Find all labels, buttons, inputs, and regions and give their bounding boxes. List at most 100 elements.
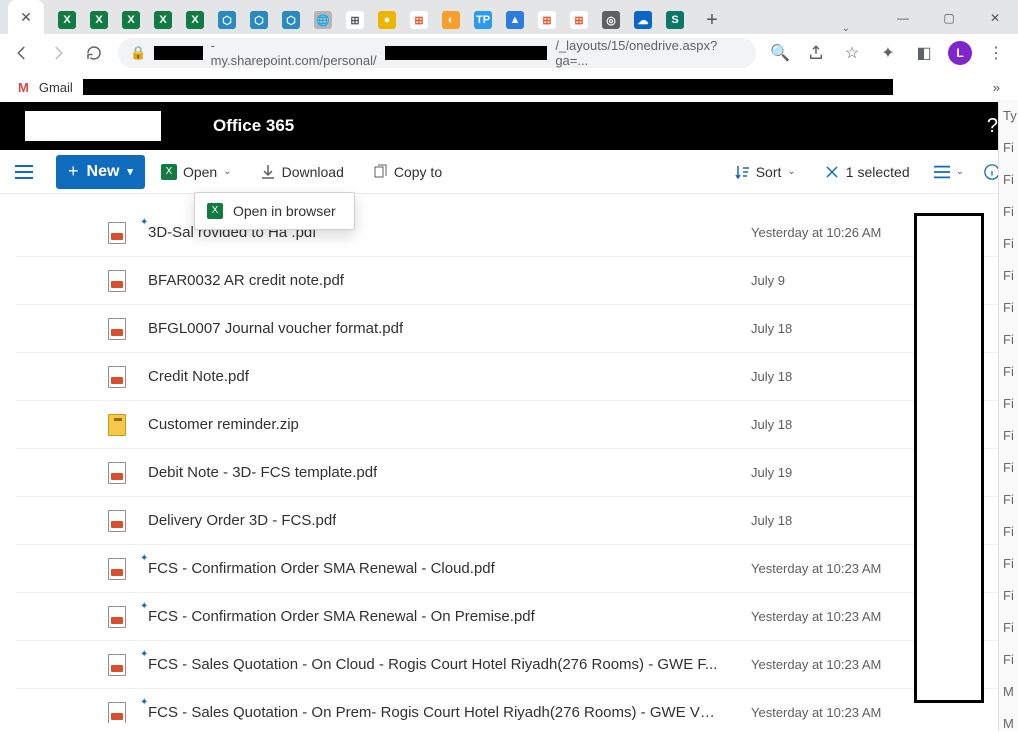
nav-back-button[interactable] (10, 41, 34, 65)
file-row[interactable]: ✦FCS - Confirmation Order SMA Renewal - … (16, 545, 1010, 593)
browser-menu-icon[interactable]: ⋮ (984, 41, 1008, 65)
file-modified: July 18 (751, 417, 792, 432)
pdf-icon (108, 462, 126, 484)
tab-favicon-row: XXXXX⬡⬡⬡🌐⊞●⊞◐TP▲⊞⊞◎☁S (44, 6, 698, 34)
file-name[interactable]: Credit Note.pdf (148, 368, 249, 385)
background-row-fragment: Fi (999, 388, 1018, 420)
background-row-fragment: Fi (999, 420, 1018, 452)
sort-icon (734, 164, 750, 180)
background-tab-favicon[interactable]: ⬡ (250, 11, 268, 29)
file-name[interactable]: FCS - Confirmation Order SMA Renewal - C… (148, 560, 495, 577)
nav-forward-button[interactable] (46, 41, 70, 65)
file-name[interactable]: Debit Note - 3D- FCS template.pdf (148, 464, 377, 481)
pdf-icon (108, 318, 126, 340)
file-row[interactable]: Debit Note - 3D- FCS template.pdf July 19 (16, 449, 1010, 497)
file-row[interactable]: ✦FCS - Confirmation Order SMA Renewal - … (16, 593, 1010, 641)
window-close-button[interactable]: ✕ (972, 2, 1018, 34)
bookmark-gmail[interactable]: Gmail (39, 80, 73, 95)
copyto-button[interactable]: Copy to (360, 155, 454, 189)
background-tab-favicon[interactable]: ⊞ (570, 11, 588, 29)
bookmarks-bar: M Gmail » (0, 72, 1018, 102)
background-tab-favicon[interactable]: 🌐 (314, 11, 332, 29)
file-row[interactable]: ✦FCS - Sales Quotation - On Prem- Rogis … (16, 689, 1010, 723)
share-icon[interactable] (804, 41, 828, 65)
chevron-down-icon: ⌄ (956, 166, 964, 177)
background-window-strip: TyFiFiFiFiFiFiFiFiFiFiFiFiFiFiFiFiFiMMCl… (998, 100, 1018, 730)
nav-hamburger-button[interactable] (0, 150, 48, 194)
download-label: Download (282, 164, 344, 180)
file-name[interactable]: Delivery Order 3D - FCS.pdf (148, 512, 336, 529)
background-tab-favicon[interactable]: ● (378, 11, 396, 29)
file-row[interactable]: Credit Note.pdfJuly 18 (16, 353, 1010, 401)
background-tab-favicon[interactable]: X (154, 11, 172, 29)
background-row-fragment: M (999, 708, 1018, 730)
background-row-fragment: Fi (999, 452, 1018, 484)
zoom-icon[interactable]: 🔍 (768, 41, 792, 65)
url-text-2: /_layouts/15/onedrive.aspx?ga=... (555, 38, 744, 68)
file-row[interactable]: ✦3D-Sal rovided to Ha .pdfYesterday at 1… (16, 209, 1010, 257)
side-panel-icon[interactable]: ◧ (912, 41, 936, 65)
file-row[interactable]: ✦FCS - Sales Quotation - On Cloud - Rogi… (16, 641, 1010, 689)
background-tab-favicon[interactable]: ▲ (506, 11, 524, 29)
profile-avatar[interactable]: L (948, 41, 972, 65)
file-name[interactable]: FCS - Sales Quotation - On Prem- Rogis C… (148, 704, 718, 721)
window-minimize-button[interactable]: — (880, 2, 926, 34)
clear-selection-icon[interactable] (824, 164, 840, 180)
suite-title: Office 365 (185, 116, 294, 136)
file-row[interactable]: BFGL0007 Journal voucher format.pdfJuly … (16, 305, 1010, 353)
view-options-button[interactable]: ⌄ (926, 155, 972, 189)
url-redacted (154, 46, 202, 60)
selected-indicator[interactable]: 1 selected (812, 155, 922, 189)
sort-button[interactable]: Sort ⌄ (722, 155, 808, 189)
bookmark-star-icon[interactable]: ☆ (840, 41, 864, 65)
background-tab-favicon[interactable]: ◐ (442, 11, 460, 29)
background-tab-favicon[interactable]: ⬡ (218, 11, 236, 29)
background-tab-favicon[interactable]: X (122, 11, 140, 29)
background-tab-favicon[interactable]: ⊞ (538, 11, 556, 29)
copyto-label: Copy to (394, 164, 442, 180)
background-tab-favicon[interactable]: ☁ (634, 11, 652, 29)
browser-toolbar: 🔒 -my.sharepoint.com/personal/ /_layouts… (0, 34, 1018, 72)
file-name[interactable]: BFAR0032 AR credit note.pdf (148, 272, 344, 289)
new-tab-button[interactable]: + (698, 6, 726, 34)
background-tab-favicon[interactable]: X (90, 11, 108, 29)
tabs-overflow-icon[interactable]: ⌄ (812, 23, 880, 34)
gmail-icon: M (18, 80, 29, 95)
open-button[interactable]: X Open ⌄ (149, 155, 244, 189)
nav-reload-button[interactable] (82, 41, 106, 65)
file-modified: Yesterday at 10:23 AM (751, 657, 881, 672)
zip-icon (108, 414, 126, 436)
file-row[interactable]: Customer reminder.zip July 18 (16, 401, 1010, 449)
background-tab-favicon[interactable]: ⬡ (282, 11, 300, 29)
background-tab-favicon[interactable]: ◎ (602, 11, 620, 29)
file-row[interactable]: BFAR0032 AR credit note.pdfJuly 9 (16, 257, 1010, 305)
background-row-fragment: Fi (999, 548, 1018, 580)
background-tab-favicon[interactable]: ⊞ (346, 11, 364, 29)
tab-close-icon[interactable]: ✕ (20, 9, 32, 26)
window-maximize-button[interactable]: ▢ (926, 2, 972, 34)
chevron-down-icon: ▾ (127, 165, 133, 178)
new-button[interactable]: + New ▾ (56, 155, 145, 189)
plus-icon: + (68, 161, 79, 182)
background-tab-favicon[interactable]: X (58, 11, 76, 29)
tenant-logo-area[interactable] (0, 109, 185, 143)
background-tab-favicon[interactable]: ⊞ (410, 11, 428, 29)
active-tab[interactable]: ✕ (8, 0, 44, 34)
background-tab-favicon[interactable]: S (666, 11, 684, 29)
bookmarks-overflow-icon[interactable]: » (993, 80, 1000, 95)
file-modified: July 19 (751, 465, 792, 480)
address-bar[interactable]: 🔒 -my.sharepoint.com/personal/ /_layouts… (118, 38, 756, 68)
open-in-browser-item[interactable]: X Open in browser (195, 193, 354, 229)
file-name[interactable]: Customer reminder.zip (148, 416, 299, 433)
file-name[interactable]: FCS - Sales Quotation - On Cloud - Rogis… (148, 656, 717, 673)
extensions-icon[interactable]: ✦ (876, 41, 900, 65)
background-row-fragment: Ty (999, 100, 1018, 132)
file-name[interactable]: FCS - Confirmation Order SMA Renewal - O… (148, 608, 535, 625)
copy-icon (372, 164, 388, 180)
suite-header: Office 365 ? (0, 102, 1018, 150)
background-tab-favicon[interactable]: X (186, 11, 204, 29)
file-row[interactable]: Delivery Order 3D - FCS.pdfJuly 18 (16, 497, 1010, 545)
download-button[interactable]: Download (248, 155, 356, 189)
file-name[interactable]: BFGL0007 Journal voucher format.pdf (148, 320, 403, 337)
background-tab-favicon[interactable]: TP (474, 11, 492, 29)
